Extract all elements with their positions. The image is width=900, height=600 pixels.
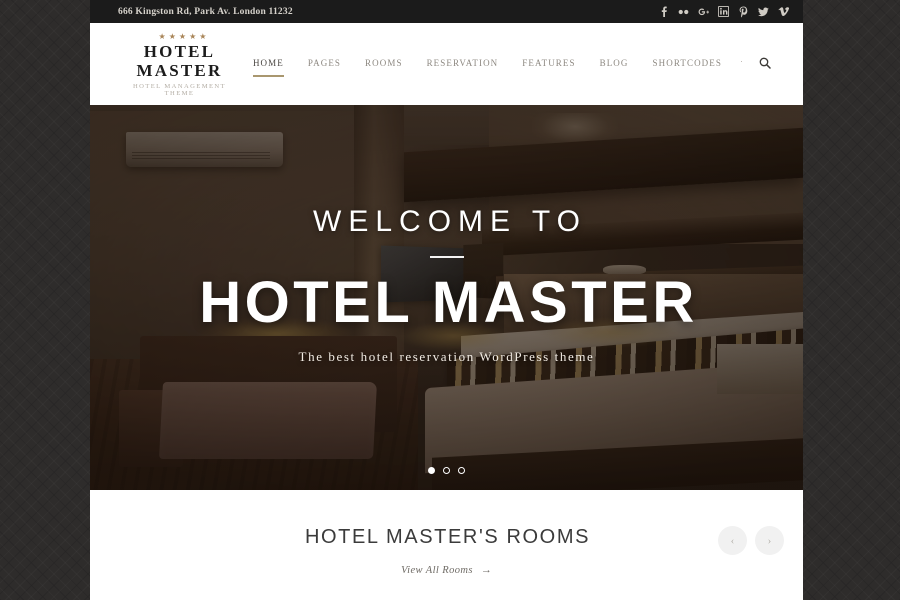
nav-item-shortcodes[interactable]: SHORTCODES: [641, 58, 734, 68]
vimeo-icon[interactable]: [778, 6, 789, 18]
linkedin-icon[interactable]: [718, 6, 729, 18]
nav-item-features[interactable]: FEATURES: [510, 58, 587, 68]
facebook-icon[interactable]: [658, 6, 669, 18]
site-container: 666 Kingston Rd, Park Av. London 11232 ★…: [90, 0, 803, 600]
logo-stars: ★ ★ ★ ★ ★: [118, 33, 241, 41]
hero-content: WELCOME TO HOTEL MASTER The best hotel r…: [90, 105, 803, 490]
slider-dot-2[interactable]: [443, 467, 450, 474]
logo-subtitle: HOTEL MANAGEMENT THEME: [132, 82, 226, 97]
star-icon: ★: [189, 32, 197, 42]
slider-dot-1[interactable]: [428, 467, 435, 474]
twitter-icon[interactable]: [758, 6, 769, 18]
contact-address: 666 Kingston Rd, Park Av. London 11232: [118, 6, 293, 17]
star-icon: ★: [178, 32, 187, 42]
search-icon[interactable]: [751, 57, 775, 69]
rooms-section: HOTEL MASTER'S ROOMS View All Rooms → ‹ …: [90, 490, 803, 600]
star-icon: ★: [168, 32, 176, 42]
nav-item-reservation[interactable]: RESERVATION: [415, 58, 511, 68]
nav-separator: ·: [740, 56, 743, 66]
rooms-carousel-nav: ‹ ›: [718, 526, 784, 555]
hero-divider: [429, 255, 464, 258]
main-navigation: HOME PAGES ROOMS RESERVATION FEATURES BL…: [241, 56, 775, 77]
star-icon: ★: [199, 32, 207, 42]
view-all-rooms-link[interactable]: View All Rooms →: [90, 564, 803, 577]
logo[interactable]: ★ ★ ★ ★ ★ HOTEL MASTER HOTEL MANAGEMENT …: [118, 31, 241, 97]
google-plus-icon[interactable]: [698, 6, 709, 18]
social-links: [658, 6, 789, 18]
hero-welcome-text: WELCOME TO: [313, 204, 587, 238]
hero-slider: WELCOME TO HOTEL MASTER The best hotel r…: [90, 105, 803, 490]
slider-pagination: [90, 467, 803, 474]
carousel-prev-button[interactable]: ‹: [718, 526, 747, 555]
pinterest-icon[interactable]: [738, 6, 749, 18]
hero-title: HOTEL MASTER: [199, 269, 698, 335]
hero-tagline: The best hotel reservation WordPress the…: [298, 348, 595, 364]
flickr-icon[interactable]: [678, 6, 689, 18]
nav-item-blog[interactable]: BLOG: [588, 58, 641, 68]
nav-item-pages[interactable]: PAGES: [296, 58, 353, 68]
site-header: ★ ★ ★ ★ ★ HOTEL MASTER HOTEL MANAGEMENT …: [90, 23, 803, 105]
carousel-next-button[interactable]: ›: [755, 526, 784, 555]
arrow-right-icon: →: [480, 564, 492, 576]
slider-dot-3[interactable]: [458, 467, 465, 474]
nav-item-rooms[interactable]: ROOMS: [353, 58, 415, 68]
logo-title: HOTEL MASTER: [136, 42, 223, 80]
star-icon: ★: [158, 32, 166, 42]
rooms-section-title: HOTEL MASTER'S ROOMS: [304, 526, 591, 548]
view-all-rooms-label: View All Rooms: [401, 565, 473, 576]
top-bar: 666 Kingston Rd, Park Av. London 11232: [90, 0, 803, 23]
nav-item-home[interactable]: HOME: [241, 58, 296, 77]
